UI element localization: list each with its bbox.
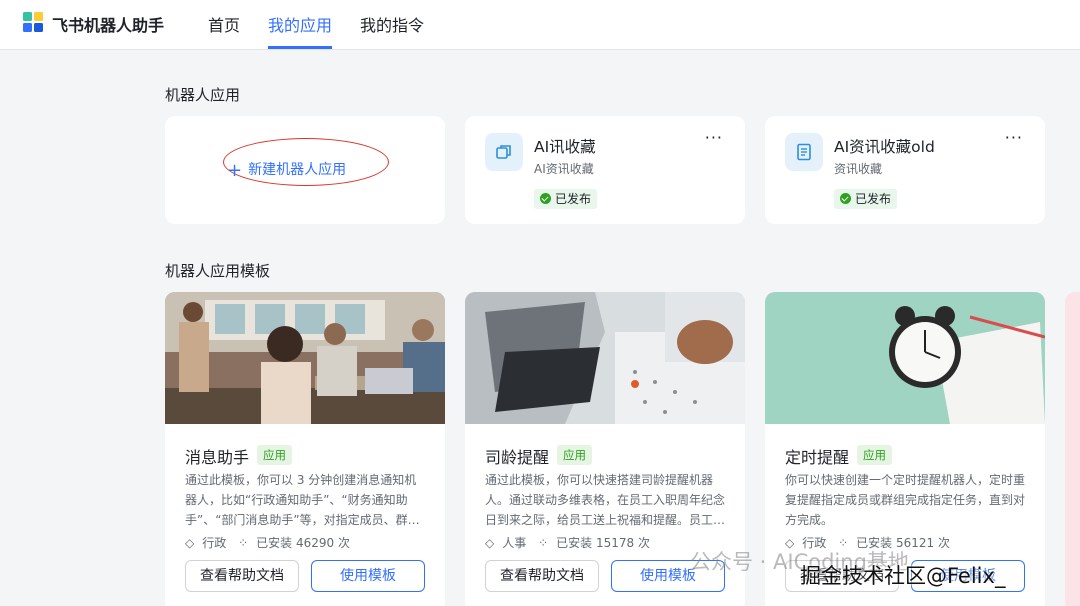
nav-active-indicator xyxy=(268,46,332,49)
template-installs: 已安装 46290 次 xyxy=(256,536,350,550)
use-template-button[interactable]: 使用模板 xyxy=(311,560,425,592)
app-card[interactable]: AI讯收藏 AI资讯收藏 ··· 已发布 xyxy=(465,116,745,224)
check-circle-icon xyxy=(540,193,551,204)
template-title: 司龄提醒 xyxy=(485,448,550,467)
office-team-image xyxy=(165,292,445,424)
check-circle-icon xyxy=(840,193,851,204)
nav-my-apps[interactable]: 我的应用 xyxy=(268,12,332,36)
app-subtitle: 资讯收藏 xyxy=(834,162,883,176)
template-tag: 应用 xyxy=(257,445,292,465)
template-description: 通过此模板，你可以快速搭建司龄提醒机器人。通过联动多维表格，在员工入职周年纪念日… xyxy=(485,473,726,527)
install-icon: ⁘ xyxy=(538,536,549,550)
template-description: 通过此模板，你可以 3 分钟创建消息通知机器人，比如“行政通知助手”、“财务通知… xyxy=(185,473,420,527)
section-title-templates: 机器人应用模板 xyxy=(165,262,271,280)
template-meta: ◇ 人事 ⁘ 已安装 15178 次 xyxy=(485,534,658,551)
tag-icon: ◇ xyxy=(185,536,195,550)
new-robot-app-button[interactable]: + 新建机器人应用 xyxy=(227,159,346,181)
new-app-card[interactable]: + 新建机器人应用 xyxy=(165,116,445,224)
template-title: 定时提醒 xyxy=(785,448,850,467)
template-category: 人事 xyxy=(502,536,527,550)
app-subtitle: AI资讯收藏 xyxy=(534,162,594,176)
tag-icon: ◇ xyxy=(485,536,495,550)
new-robot-app-label: 新建机器人应用 xyxy=(248,162,347,178)
nav-my-commands[interactable]: 我的指令 xyxy=(360,12,424,36)
brand-title: 飞书机器人助手 xyxy=(52,16,165,35)
more-options-icon[interactable]: ··· xyxy=(1005,128,1023,147)
section-title-robot-apps: 机器人应用 xyxy=(165,86,241,104)
install-icon: ⁘ xyxy=(238,536,249,550)
view-help-doc-button[interactable]: 查看帮助文档 xyxy=(485,560,599,592)
template-category: 行政 xyxy=(202,536,227,550)
template-installs: 已安装 15178 次 xyxy=(556,536,650,550)
watermark-text: 掘金技术社区@Felix_ xyxy=(800,564,1006,588)
alarm-clock-image xyxy=(765,292,1045,424)
template-title: 消息助手 xyxy=(185,448,250,467)
template-card[interactable]: 消息助手 应用 通过此模板，你可以 3 分钟创建消息通知机器人，比如“行政通知助… xyxy=(165,292,445,606)
top-bar: 飞书机器人助手 首页 我的应用 我的指令 xyxy=(0,0,1080,50)
calendar-laptop-image xyxy=(465,292,745,424)
next-template-card-peek[interactable] xyxy=(1065,292,1080,606)
status-badge: 已发布 xyxy=(834,189,898,209)
template-description: 你可以快速创建一个定时提醒机器人，定时重复提醒指定成员或群组完成指定任务，直到对… xyxy=(785,473,1026,527)
feishu-logo-icon xyxy=(23,12,43,32)
template-tag: 应用 xyxy=(557,445,592,465)
plus-icon: + xyxy=(227,160,243,181)
more-options-icon[interactable]: ··· xyxy=(705,128,723,147)
app-name: AI讯收藏 xyxy=(534,138,596,156)
status-badge: 已发布 xyxy=(534,189,598,209)
app-card[interactable]: AI资讯收藏old 资讯收藏 ··· 已发布 xyxy=(765,116,1045,224)
nav-home[interactable]: 首页 xyxy=(208,12,240,36)
app-name: AI资讯收藏old xyxy=(834,138,935,156)
copy-icon xyxy=(485,133,523,171)
template-meta: ◇ 行政 ⁘ 已安装 46290 次 xyxy=(185,534,358,551)
template-tag: 应用 xyxy=(857,445,892,465)
view-help-doc-button[interactable]: 查看帮助文档 xyxy=(185,560,299,592)
document-icon xyxy=(785,133,823,171)
